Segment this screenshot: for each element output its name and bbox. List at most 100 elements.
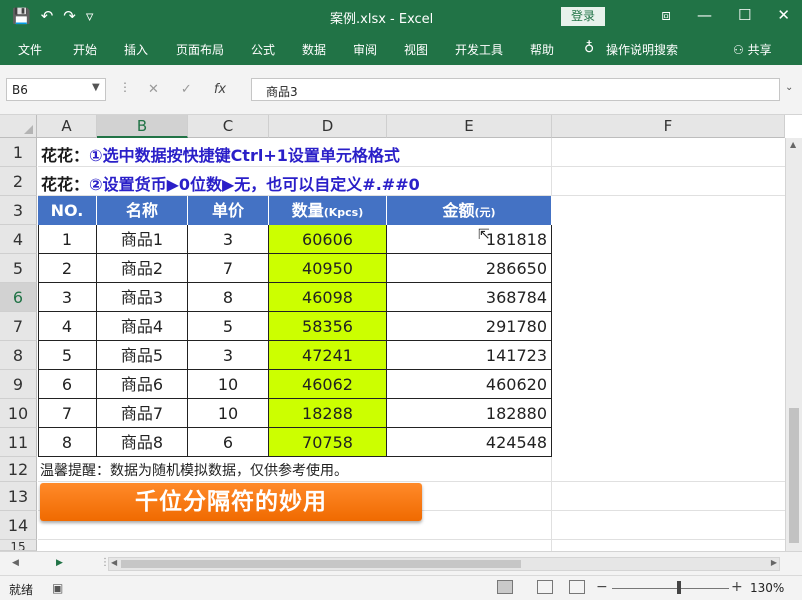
row-header-9[interactable]: 9 [0, 370, 37, 399]
table-cell-no[interactable]: 4 [38, 312, 97, 341]
table-cell-qty[interactable]: 18288 [269, 399, 387, 428]
column-header-b[interactable]: B [97, 115, 188, 138]
row-header-1[interactable]: 1 [0, 138, 37, 167]
insert-function-icon[interactable]: fx [214, 82, 226, 97]
select-all-button[interactable] [0, 115, 37, 138]
row-header-7[interactable]: 7 [0, 312, 37, 341]
tab-view[interactable]: 视图 [404, 41, 428, 58]
table-cell-no[interactable]: 5 [38, 341, 97, 370]
save-icon[interactable]: 💾 [12, 7, 31, 25]
page-layout-view-icon[interactable] [537, 580, 553, 594]
table-cell-qty[interactable]: 47241 [269, 341, 387, 370]
column-header-e[interactable]: E [387, 115, 552, 138]
ribbon-display-icon[interactable]: ⧈ [661, 6, 671, 24]
table-cell-name[interactable]: 商品2 [97, 254, 188, 283]
tab-home[interactable]: 开始 [73, 41, 97, 58]
scroll-right-icon[interactable]: ▶ [771, 558, 777, 567]
scroll-sheets-left-icon[interactable]: ◀ [12, 558, 19, 568]
title-banner[interactable]: 千位分隔符的妙用 [40, 483, 422, 521]
table-cell-amount[interactable]: 424548 [387, 428, 552, 457]
tab-insert[interactable]: 插入 [124, 41, 148, 58]
tab-help[interactable]: 帮助 [530, 41, 554, 58]
table-cell-no[interactable]: 3 [38, 283, 97, 312]
maximize-icon[interactable]: ☐ [738, 6, 751, 24]
customize-qat-icon[interactable]: ▿ [86, 7, 94, 25]
table-cell-name[interactable]: 商品5 [97, 341, 188, 370]
tab-page-layout[interactable]: 页面布局 [176, 41, 224, 58]
table-header-qty[interactable]: 数量(Kpcs) [269, 196, 387, 225]
tell-me-search[interactable]: 操作说明搜索 [606, 41, 678, 58]
table-cell-no[interactable]: 7 [38, 399, 97, 428]
macro-record-icon[interactable]: ▣ [52, 581, 63, 595]
row-header-3[interactable]: 3 [0, 196, 37, 225]
minimize-icon[interactable]: — [697, 6, 712, 24]
table-header-price[interactable]: 单价 [188, 196, 269, 225]
tab-file[interactable]: 文件 [18, 41, 42, 58]
redo-icon[interactable]: ↷ [63, 7, 76, 25]
footnote[interactable]: 温馨提醒：数据为随机模拟数据，仅供参考使用。 [40, 460, 348, 480]
zoom-slider-thumb[interactable] [677, 581, 681, 594]
enter-icon[interactable]: ✓ [181, 82, 192, 97]
table-header-name[interactable]: 名称 [97, 196, 188, 225]
note-line-1[interactable]: 花花：①选中数据按快捷键Ctrl+1设置单元格格式 [41, 142, 400, 166]
undo-icon[interactable]: ↶ [41, 7, 54, 25]
table-cell-amount[interactable]: 460620 [387, 370, 552, 399]
row-header-6[interactable]: 6 [0, 283, 37, 312]
row-header-13[interactable]: 13 [0, 482, 37, 511]
close-icon[interactable]: ✕ [777, 6, 790, 24]
vertical-scrollbar[interactable]: ▲ [785, 138, 802, 551]
tab-formulas[interactable]: 公式 [251, 41, 275, 58]
table-cell-price[interactable]: 8 [188, 283, 269, 312]
table-cell-amount[interactable]: 291780 [387, 312, 552, 341]
zoom-in-button[interactable]: + [731, 579, 743, 595]
table-cell-price[interactable]: 7 [188, 254, 269, 283]
table-cell-price[interactable]: 3 [188, 225, 269, 254]
table-cell-no[interactable]: 8 [38, 428, 97, 457]
table-cell-name[interactable]: 商品3 [97, 283, 188, 312]
formula-bar-grip-icon[interactable]: ⋮ [119, 80, 131, 94]
row-header-2[interactable]: 2 [0, 167, 37, 196]
scroll-left-icon[interactable]: ◀ [111, 558, 117, 567]
row-header-4[interactable]: 4 [0, 225, 37, 254]
zoom-out-button[interactable]: − [596, 579, 608, 595]
column-header-c[interactable]: C [188, 115, 269, 138]
zoom-slider[interactable] [612, 588, 729, 589]
horizontal-scroll-thumb[interactable] [121, 560, 521, 568]
table-cell-amount[interactable]: 181818 [387, 225, 552, 254]
table-cell-qty[interactable]: 46098 [269, 283, 387, 312]
table-cell-name[interactable]: 商品7 [97, 399, 188, 428]
table-header-amount[interactable]: 金额(元) [387, 196, 552, 225]
column-header-d[interactable]: D [269, 115, 387, 138]
row-header-12[interactable]: 12 [0, 457, 37, 482]
horizontal-scrollbar[interactable]: ◀ ▶ [108, 557, 780, 571]
formula-input[interactable]: 商品3 [251, 78, 780, 101]
tab-review[interactable]: 审阅 [353, 41, 377, 58]
table-cell-price[interactable]: 10 [188, 370, 269, 399]
table-cell-no[interactable]: 2 [38, 254, 97, 283]
table-cell-qty[interactable]: 40950 [269, 254, 387, 283]
table-cell-price[interactable]: 5 [188, 312, 269, 341]
scroll-up-icon[interactable]: ▲ [790, 140, 796, 149]
table-cell-name[interactable]: 商品6 [97, 370, 188, 399]
table-cell-amount[interactable]: 182880 [387, 399, 552, 428]
tab-developer[interactable]: 开发工具 [455, 41, 503, 58]
row-header-5[interactable]: 5 [0, 254, 37, 283]
name-box-dropdown-icon[interactable]: ▼ [92, 82, 100, 93]
table-cell-amount[interactable]: 286650 [387, 254, 552, 283]
table-cell-price[interactable]: 6 [188, 428, 269, 457]
column-header-a[interactable]: A [37, 115, 97, 138]
table-cell-price[interactable]: 3 [188, 341, 269, 370]
table-cell-no[interactable]: 1 [38, 225, 97, 254]
table-cell-qty[interactable]: 60606 [269, 225, 387, 254]
column-header-f[interactable]: F [552, 115, 785, 138]
table-header-no[interactable]: NO. [38, 196, 97, 225]
row-header-14[interactable]: 14 [0, 511, 37, 540]
row-header-10[interactable]: 10 [0, 399, 37, 428]
zoom-level[interactable]: 130% [750, 581, 784, 595]
table-cell-qty[interactable]: 58356 [269, 312, 387, 341]
worksheet-grid[interactable]: A B C D E F 1 2 3 4 5 6 7 8 9 10 11 12 1… [0, 115, 802, 551]
vertical-scroll-thumb[interactable] [789, 408, 799, 543]
share-button[interactable]: ⚇ 共享 [733, 41, 772, 58]
normal-view-icon[interactable] [497, 580, 513, 594]
row-header-11[interactable]: 11 [0, 428, 37, 457]
